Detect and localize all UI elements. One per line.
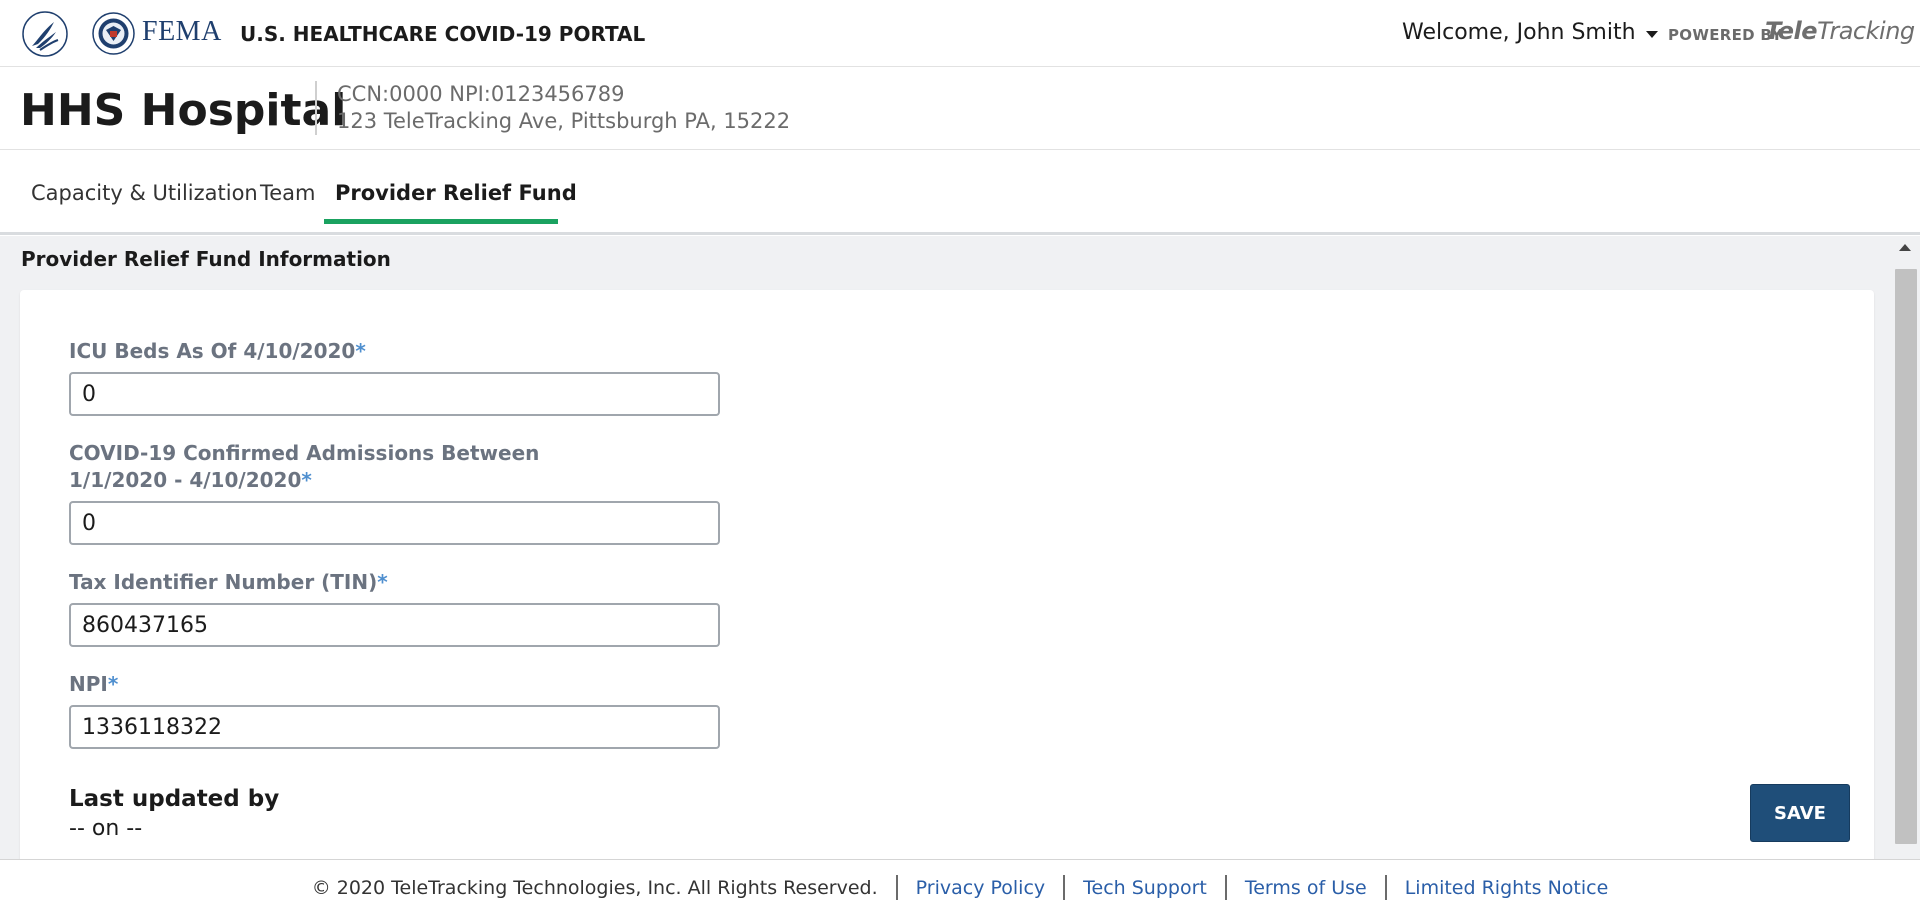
top-bar: FEMA U.S. HEALTHCARE COVID-19 PORTAL Wel… — [0, 0, 1920, 67]
covid-admissions-label-line2: 1/1/2020 - 4/10/2020 — [69, 468, 302, 492]
npi-label-text: NPI — [69, 672, 108, 696]
hhs-logo-icon — [22, 11, 68, 57]
tin-label-text: Tax Identifier Number (TIN) — [69, 570, 378, 594]
npi-label: NPI* — [69, 671, 118, 698]
covid-admissions-input[interactable] — [69, 501, 720, 545]
required-marker: * — [107, 672, 119, 696]
tab-provider-relief-fund[interactable]: Provider Relief Fund — [335, 181, 577, 205]
brand-suffix: Tracking — [1817, 17, 1915, 45]
tab-bar: Capacity & Utilization Team Provider Rel… — [0, 151, 1920, 235]
covid-admissions-label-line1: COVID-19 Confirmed Admissions Between — [69, 441, 540, 465]
dhs-seal-icon — [92, 12, 135, 55]
icu-beds-input[interactable] — [69, 372, 720, 416]
fema-logo-text: FEMA — [142, 16, 222, 47]
user-menu[interactable]: Welcome, John Smith — [1402, 20, 1658, 45]
required-marker: * — [301, 468, 312, 492]
limited-rights-notice-link[interactable]: Limited Rights Notice — [1405, 877, 1609, 899]
footer-divider — [1224, 875, 1227, 900]
hospital-header: HHS Hospital CCN:0000 NPI:0123456789 123… — [0, 68, 1920, 150]
form-card: ICU Beds As Of 4/10/2020* COVID-19 Confi… — [20, 290, 1874, 859]
portal-title: U.S. HEALTHCARE COVID-19 PORTAL — [240, 22, 646, 46]
icu-beds-label: ICU Beds As Of 4/10/2020* — [69, 338, 366, 365]
footer-divider — [1063, 875, 1066, 900]
npi-input[interactable] — [69, 705, 720, 749]
privacy-policy-link[interactable]: Privacy Policy — [916, 877, 1045, 899]
section-title: Provider Relief Fund Information — [21, 247, 391, 271]
tab-team[interactable]: Team — [260, 181, 316, 205]
terms-of-use-link[interactable]: Terms of Use — [1245, 877, 1367, 899]
brand-prefix: Tele — [1765, 17, 1818, 45]
required-marker: * — [355, 339, 366, 363]
hospital-ids: CCN:0000 NPI:0123456789 — [337, 82, 625, 106]
footer-divider — [1384, 875, 1387, 900]
covid-admissions-label-line2-wrap: 1/1/2020 - 4/10/2020* — [69, 467, 539, 494]
copyright-text: © 2020 TeleTracking Technologies, Inc. A… — [311, 876, 878, 899]
last-updated-on: -- on -- — [69, 816, 143, 841]
chevron-down-icon — [1645, 31, 1658, 38]
tin-input[interactable] — [69, 603, 720, 647]
teletracking-logo: TeleTracking — [1765, 17, 1915, 45]
scrollbar-thumb[interactable] — [1895, 269, 1917, 844]
required-marker: * — [377, 570, 388, 594]
hospital-name: HHS Hospital — [20, 85, 347, 136]
tech-support-link[interactable]: Tech Support — [1083, 877, 1207, 899]
welcome-text: Welcome, John Smith — [1402, 20, 1636, 45]
tab-capacity-utilization[interactable]: Capacity & Utilization — [31, 181, 258, 205]
icu-beds-label-text: ICU Beds As Of 4/10/2020 — [69, 339, 356, 363]
footer-divider — [895, 875, 898, 900]
save-button[interactable]: SAVE — [1750, 784, 1850, 842]
covid-admissions-label: COVID-19 Confirmed Admissions Between 1/… — [69, 440, 539, 494]
divider — [315, 81, 317, 135]
active-tab-indicator — [324, 219, 558, 224]
scroll-up-arrow-icon[interactable] — [1899, 244, 1911, 251]
main-content: Provider Relief Fund Information ICU Bed… — [0, 236, 1920, 859]
hospital-address: 123 TeleTracking Ave, Pittsburgh PA, 152… — [337, 109, 791, 133]
last-updated-title: Last updated by — [69, 786, 280, 812]
tin-label: Tax Identifier Number (TIN)* — [69, 569, 388, 596]
footer: © 2020 TeleTracking Technologies, Inc. A… — [0, 859, 1920, 915]
